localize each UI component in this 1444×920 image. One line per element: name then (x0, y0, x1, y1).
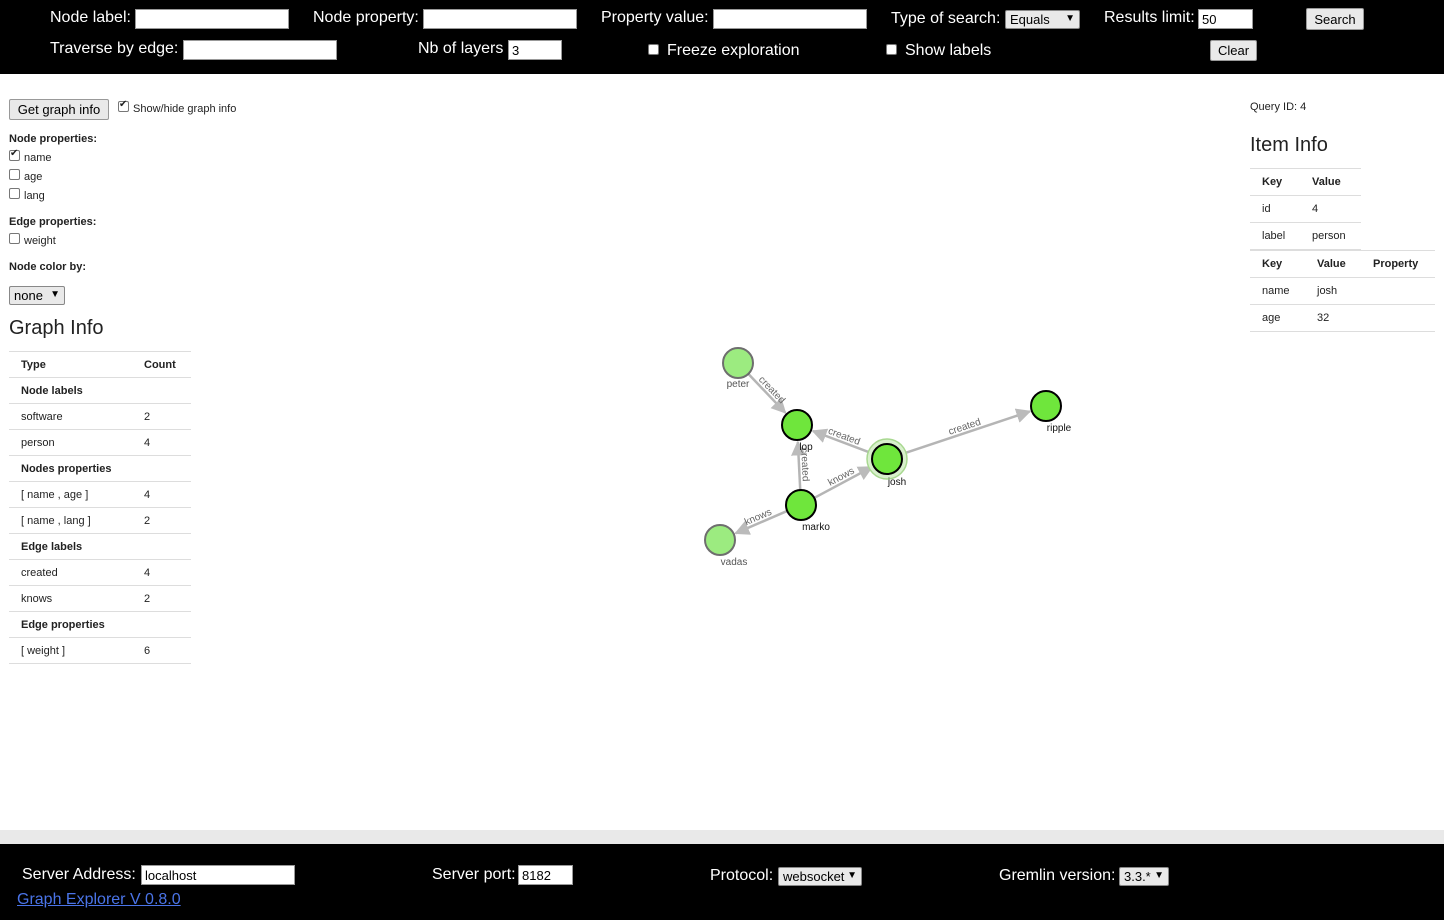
graph-edge-label: created (756, 374, 787, 406)
table-cell (1361, 277, 1435, 305)
table-row: label person (1250, 222, 1361, 250)
graph-node-label: marko (802, 522, 830, 533)
table-cell (1361, 304, 1435, 332)
graph-edge-label: created (947, 417, 982, 438)
column-header: Value (1300, 168, 1361, 196)
item-properties-table: Key Value Property name josh age 32 (1250, 250, 1435, 332)
table-header-row: Key Value Property (1250, 250, 1435, 278)
protocol-select[interactable]: websocket ▼ (778, 867, 862, 886)
freeze-exploration-label: Freeze exploration (667, 42, 800, 59)
graph-node-label: josh (887, 477, 906, 488)
table-cell: josh (1305, 277, 1361, 305)
item-info-table: Key Value id 4 label person (1250, 168, 1361, 250)
server-port-input[interactable] (518, 865, 573, 885)
node-property-input[interactable] (423, 9, 577, 29)
graph-node-marko[interactable] (785, 489, 817, 521)
table-cell: person (1300, 222, 1361, 250)
traverse-by-edge-label: Traverse by edge: (50, 40, 179, 57)
table-cell: name (1250, 277, 1305, 305)
node-property-label: Node property: (313, 9, 419, 26)
results-limit-input[interactable] (1198, 9, 1253, 29)
show-labels-label: Show labels (905, 42, 992, 59)
clear-button[interactable]: Clear (1210, 40, 1257, 61)
property-value-input[interactable] (713, 9, 867, 29)
table-row: name josh (1250, 277, 1435, 305)
column-header: Value (1305, 250, 1361, 278)
traverse-by-edge-input[interactable] (183, 40, 337, 60)
nb-of-layers-label: Nb of layers (418, 40, 504, 57)
type-of-search-select[interactable]: Equals ▼ (1005, 10, 1080, 29)
table-header-row: Key Value (1250, 168, 1361, 196)
graph-node-label: lop (799, 442, 813, 453)
table-row: age 32 (1250, 304, 1435, 332)
column-header: Key (1250, 250, 1305, 278)
chevron-down-icon: ▼ (847, 870, 857, 881)
graph-node-lop[interactable] (781, 409, 813, 441)
graph-edge-label: knows (826, 466, 856, 489)
column-header: Property (1361, 250, 1435, 278)
graph-node-label: vadas (721, 557, 748, 568)
node-label-label: Node label: (50, 9, 131, 26)
table-cell: age (1250, 304, 1305, 332)
connection-footer: Server Address: Server port: Protocol: w… (0, 844, 1444, 920)
server-address-input[interactable] (141, 865, 295, 885)
freeze-exploration-checkbox[interactable] (648, 44, 659, 55)
table-row: id 4 (1250, 195, 1361, 223)
server-address-label: Server Address: (22, 866, 136, 883)
graph-node-label: ripple (1047, 423, 1072, 434)
results-limit-label: Results limit: (1104, 9, 1195, 26)
show-labels-checkbox[interactable] (886, 44, 897, 55)
table-cell: 32 (1305, 304, 1361, 332)
property-value-label: Property value: (601, 9, 709, 26)
graph-node-label: peter (727, 379, 750, 390)
server-port-label: Server port: (432, 866, 516, 883)
graph-node-vadas[interactable] (704, 524, 736, 556)
chevron-down-icon: ▼ (1065, 13, 1075, 24)
graph-edge-label: knows (743, 507, 773, 528)
graph-node-ripple[interactable] (1030, 390, 1062, 422)
type-of-search-label: Type of search: (891, 10, 1001, 27)
gremlin-version-label: Gremlin version: (999, 867, 1116, 884)
table-cell: label (1250, 222, 1300, 250)
graph-edge-label: created (826, 426, 861, 448)
node-label-input[interactable] (135, 9, 289, 29)
nb-of-layers-input[interactable] (508, 40, 562, 60)
graph-canvas[interactable]: createdcreatedcreatedcreatedknowsknows p… (0, 74, 1444, 830)
footer-divider (0, 830, 1444, 844)
search-button[interactable]: Search (1306, 8, 1364, 30)
search-toolbar: Node label: Node property: Property valu… (0, 0, 1444, 74)
protocol-value: websocket (783, 869, 845, 884)
graph-node-josh[interactable] (871, 443, 903, 475)
gremlin-version-select[interactable]: 3.3.* ▼ (1119, 867, 1169, 886)
column-header: Key (1250, 168, 1300, 196)
chevron-down-icon: ▼ (1154, 870, 1164, 881)
graph-edge-josh-ripple[interactable] (900, 408, 1032, 456)
table-cell: id (1250, 195, 1300, 223)
item-info-title: Item Info (1250, 134, 1328, 156)
query-id: Query ID: 4 (1250, 101, 1307, 113)
app-version-link[interactable]: Graph Explorer V 0.8.0 (17, 891, 181, 909)
gremlin-version-value: 3.3.* (1124, 869, 1151, 884)
table-cell: 4 (1300, 195, 1361, 223)
type-of-search-value: Equals (1010, 12, 1050, 27)
protocol-label: Protocol: (710, 867, 774, 884)
graph-node-peter[interactable] (722, 347, 754, 379)
